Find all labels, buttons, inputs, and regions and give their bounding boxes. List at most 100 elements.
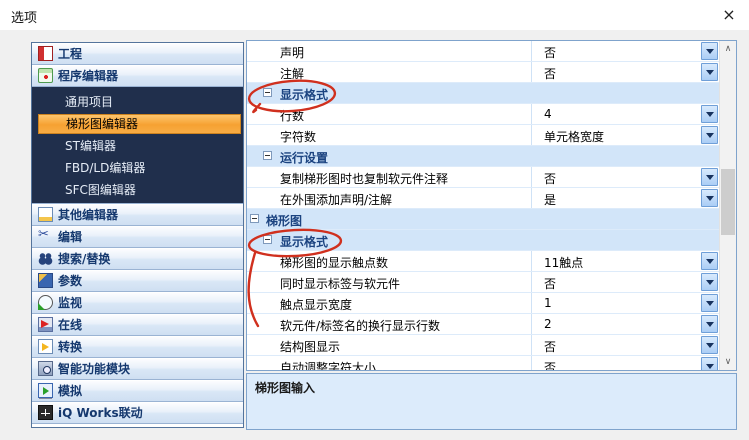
setting-value: 单元格宽度: [531, 125, 699, 145]
section-label: 梯形图: [266, 212, 302, 229]
dropdown-button[interactable]: [701, 336, 718, 354]
dropdown-button[interactable]: [701, 252, 718, 270]
chevron-down-icon: [706, 49, 714, 58]
collapse-minus-icon[interactable]: [263, 151, 272, 160]
setting-value: 1: [531, 293, 699, 313]
sidebar-item-edit[interactable]: 编辑: [32, 226, 243, 248]
sidebar-item-intelligent-module[interactable]: 智能功能模块: [32, 358, 243, 380]
chevron-down-icon: [706, 133, 714, 142]
setting-value: 否: [531, 272, 699, 292]
chevron-down-icon: [706, 112, 714, 121]
setting-value: 否: [531, 62, 699, 82]
simulation-icon: [38, 383, 53, 398]
parameter-icon: [38, 273, 53, 288]
setting-label: 同时显示标签与软元件: [280, 275, 400, 292]
setting-row: 结构图显示 否: [247, 335, 719, 356]
dropdown-button[interactable]: [701, 357, 718, 370]
setting-value: 4: [531, 104, 699, 124]
chevron-down-icon: [706, 70, 714, 79]
chevron-down-icon: [706, 259, 714, 268]
setting-label: 声明: [280, 44, 304, 61]
setting-row: 软元件/标签名的换行显示行数 2: [247, 314, 719, 335]
title-bar: 选项 ×: [0, 0, 749, 30]
scroll-down-icon[interactable]: ∨: [720, 357, 736, 367]
sidebar-item-program-editor[interactable]: 程序编辑器: [32, 65, 243, 87]
sub-items-panel: 通用项目梯形图编辑器ST编辑器FBD/LD编辑器SFC图编辑器: [32, 87, 243, 204]
description-title: 梯形图输入: [255, 379, 728, 396]
section-label: 运行设置: [280, 149, 328, 166]
chevron-down-icon: [706, 322, 714, 331]
scroll-up-icon[interactable]: ∧: [720, 44, 736, 54]
search-replace-icon: [38, 251, 53, 266]
program-editor-icon: [38, 68, 53, 83]
section-row[interactable]: 显示格式: [247, 83, 719, 104]
setting-value: 否: [531, 167, 699, 187]
setting-value: 2: [531, 314, 699, 334]
setting-row: 梯形图的显示触点数 11触点: [247, 251, 719, 272]
chevron-down-icon: [706, 343, 714, 352]
section-row[interactable]: 梯形图: [247, 209, 719, 230]
sidebar-item-simulation[interactable]: 模拟: [32, 380, 243, 402]
setting-label: 行数: [280, 107, 304, 124]
dropdown-button[interactable]: [701, 294, 718, 312]
dropdown-button[interactable]: [701, 42, 718, 60]
sidebar-subitem[interactable]: SFC图编辑器: [32, 179, 243, 201]
chevron-down-icon: [706, 175, 714, 184]
online-icon: [38, 317, 53, 332]
section-label: 显示格式: [280, 86, 328, 103]
collapse-minus-icon[interactable]: [263, 235, 272, 244]
sidebar-item-project[interactable]: 工程: [32, 43, 243, 65]
setting-label: 注解: [280, 65, 304, 82]
sidebar-item-search-replace[interactable]: 搜索/替换: [32, 248, 243, 270]
dropdown-button[interactable]: [701, 189, 718, 207]
setting-row: 声明 否: [247, 41, 719, 62]
other-editors-icon: [38, 207, 53, 222]
section-row[interactable]: 运行设置: [247, 146, 719, 167]
sidebar-item-online[interactable]: 在线: [32, 314, 243, 336]
collapse-minus-icon[interactable]: [250, 214, 259, 223]
dropdown-button[interactable]: [701, 168, 718, 186]
setting-row: 字符数 单元格宽度: [247, 125, 719, 146]
sidebar-item-monitor[interactable]: 监视: [32, 292, 243, 314]
sidebar-item-other-editors[interactable]: 其他编辑器: [32, 204, 243, 226]
chevron-down-icon: [706, 301, 714, 310]
section-label: 显示格式: [280, 233, 328, 250]
section-row[interactable]: 显示格式: [247, 230, 719, 251]
dropdown-button[interactable]: [701, 273, 718, 291]
setting-row: 注解 否: [247, 62, 719, 83]
collapse-minus-icon[interactable]: [263, 88, 272, 97]
vertical-scrollbar[interactable]: ∧ ∨: [719, 41, 736, 370]
monitor-icon: [38, 295, 53, 310]
dropdown-button[interactable]: [701, 63, 718, 81]
sidebar-subitem-selected[interactable]: 梯形图编辑器: [38, 114, 241, 134]
window-title: 选项: [11, 7, 37, 26]
sidebar-subitem[interactable]: FBD/LD编辑器: [32, 157, 243, 179]
iq-works-icon: [38, 405, 53, 420]
scrollbar-thumb[interactable]: [721, 169, 735, 235]
setting-row: 在外围添加声明/注解 是: [247, 188, 719, 209]
setting-label: 在外围添加声明/注解: [280, 191, 392, 208]
sidebar-item-iq-works[interactable]: iQ Works联动: [32, 402, 243, 424]
sidebar-subitem[interactable]: ST编辑器: [32, 135, 243, 157]
sidebar-subitem[interactable]: 通用项目: [32, 91, 243, 113]
options-dialog: 选项 × 工程 程序编辑器 通用项目梯形图编辑器ST编辑器FBD/LD编辑器SF…: [0, 0, 749, 440]
close-icon[interactable]: ×: [717, 4, 741, 26]
dropdown-button[interactable]: [701, 105, 718, 123]
setting-label: 触点显示宽度: [280, 296, 352, 313]
setting-row: 触点显示宽度 1: [247, 293, 719, 314]
settings-grid: 声明 否 注解 否 显示格式 行数 4 字符数 单元格宽度 运行设置 复制梯形图…: [247, 41, 719, 370]
setting-value: 否: [531, 356, 699, 370]
sidebar-item-convert[interactable]: 转换: [32, 336, 243, 358]
category-sidebar: 工程 程序编辑器 通用项目梯形图编辑器ST编辑器FBD/LD编辑器SFC图编辑器…: [31, 42, 244, 428]
project-icon: [38, 46, 53, 61]
setting-label: 字符数: [280, 128, 316, 145]
convert-icon: [38, 339, 53, 354]
setting-row: 复制梯形图时也复制软元件注释 否: [247, 167, 719, 188]
dropdown-button[interactable]: [701, 315, 718, 333]
sidebar-item-parameter[interactable]: 参数: [32, 270, 243, 292]
chevron-down-icon: [706, 280, 714, 289]
setting-label: 自动调整字符大小: [280, 359, 376, 370]
chevron-down-icon: [706, 364, 714, 370]
dropdown-button[interactable]: [701, 126, 718, 144]
setting-row: 同时显示标签与软元件 否: [247, 272, 719, 293]
